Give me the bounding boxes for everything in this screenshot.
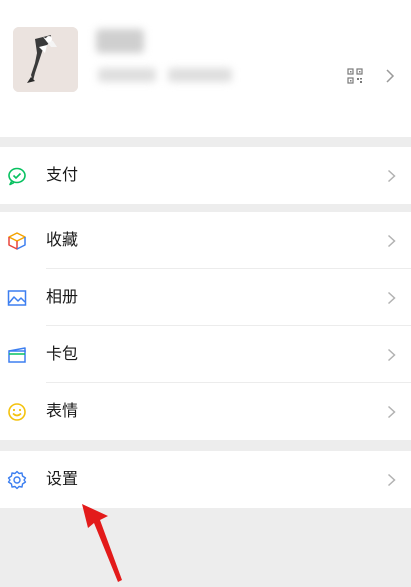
gear-icon [7,470,27,490]
group-pay: 支付 [0,147,411,204]
red-arrow-icon [82,504,122,582]
qr-code-icon[interactable] [347,68,363,84]
chevron-right-icon [387,291,396,305]
menu-item-favorites[interactable]: 收藏 [0,212,411,269]
group-services: 收藏 相册 卡包 表情 [0,212,411,440]
menu-item-pay[interactable]: 支付 [0,147,411,204]
menu-item-stickers[interactable]: 表情 [0,383,411,440]
group-settings: 设置 [0,451,411,508]
status-blurred [168,68,232,82]
favorites-label: 收藏 [46,230,79,249]
chevron-right-icon [387,473,396,487]
chevron-right-icon [387,405,396,419]
picture-icon [7,290,27,306]
chevron-right-icon [386,69,395,83]
pay-label: 支付 [46,165,79,184]
smiley-icon [8,403,26,421]
avatar[interactable] [13,27,78,92]
menu-item-settings[interactable]: 设置 [0,451,411,508]
cat-avatar-icon [13,27,78,92]
wechat-id-blurred [98,68,156,82]
chevron-right-icon [387,169,396,183]
cube-icon [8,232,26,250]
profile-header[interactable] [0,0,411,137]
chevron-right-icon [387,234,396,248]
album-label: 相册 [46,287,79,306]
chevron-right-icon [387,348,396,362]
wallet-icon [8,167,26,186]
nickname-blurred [96,29,144,53]
card-icon [8,347,26,363]
cards-label: 卡包 [46,344,79,363]
menu-item-cards[interactable]: 卡包 [0,326,411,383]
stickers-label: 表情 [46,401,79,420]
menu-item-album[interactable]: 相册 [0,269,411,326]
settings-label: 设置 [46,469,79,488]
